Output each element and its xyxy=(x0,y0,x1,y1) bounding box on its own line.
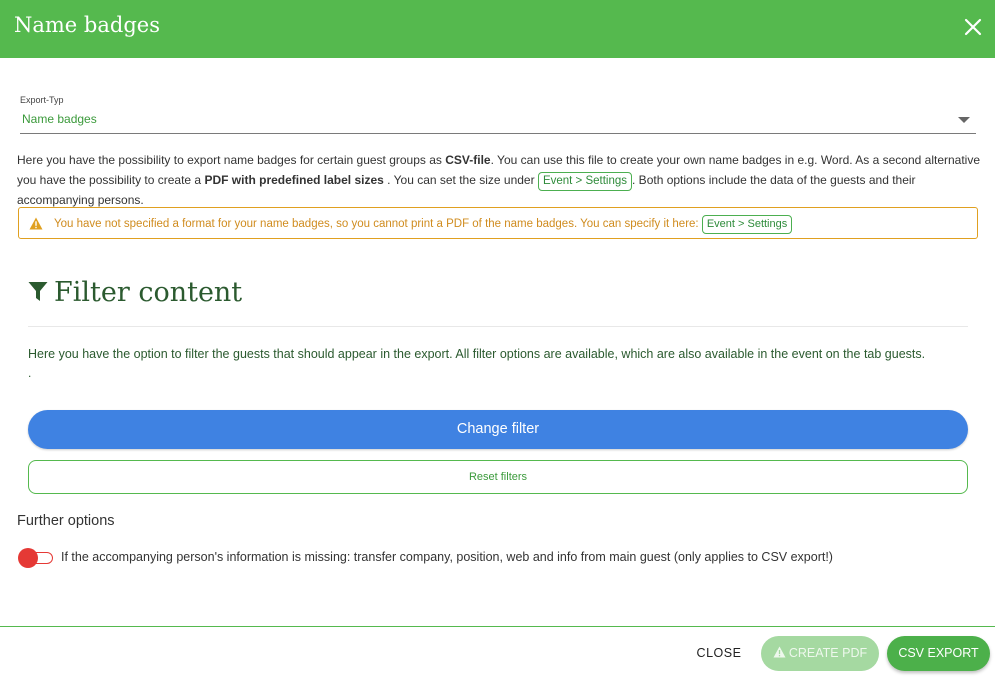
reset-filters-button[interactable]: Reset filters xyxy=(28,460,968,494)
warning-text: You have not specified a format for your… xyxy=(54,215,793,234)
change-filter-button[interactable]: Change filter xyxy=(28,410,968,449)
create-pdf-button[interactable]: CREATE PDF xyxy=(761,636,879,671)
filter-dot: . xyxy=(28,366,32,380)
warning-settings-link[interactable]: Event > Settings xyxy=(701,215,793,234)
info-text-part: . You can set the size under xyxy=(383,172,538,187)
transfer-info-toggle[interactable] xyxy=(18,548,54,568)
info-text: Here you have the possibility to export … xyxy=(17,151,982,210)
csv-export-button[interactable]: CSV EXPORT xyxy=(887,636,990,671)
export-type-value: Name badges xyxy=(22,112,97,126)
filter-description: Here you have the option to filter the g… xyxy=(28,347,926,361)
filter-icon xyxy=(28,282,48,301)
export-type-select[interactable]: Name badges xyxy=(20,109,976,134)
warning-box: You have not specified a format for your… xyxy=(18,207,978,239)
transfer-info-label: If the accompanying person's information… xyxy=(61,550,833,564)
filter-title-text: Filter content xyxy=(54,277,243,308)
dialog-header: Name badges xyxy=(0,0,995,58)
dropdown-arrow-icon xyxy=(958,117,970,123)
filter-section-title: Filter content xyxy=(28,277,242,308)
warning-icon xyxy=(29,217,43,230)
further-options-title: Further options xyxy=(17,513,115,529)
info-pdf-bold: PDF with predefined label sizes xyxy=(204,172,384,187)
footer-divider xyxy=(0,626,995,627)
toggle-knob xyxy=(18,548,38,568)
event-settings-link[interactable]: Event > Settings xyxy=(537,171,633,191)
section-divider xyxy=(28,326,968,327)
export-type-label: Export-Typ xyxy=(20,95,64,105)
warning-message: You have not specified a format for your… xyxy=(54,218,699,230)
close-button[interactable]: CLOSE xyxy=(690,640,748,666)
create-pdf-label: CREATE PDF xyxy=(788,646,868,660)
close-icon[interactable] xyxy=(961,15,985,39)
info-text-part: Here you have the possibility to export … xyxy=(17,153,446,167)
warning-icon xyxy=(773,646,786,658)
dialog-title: Name badges xyxy=(14,13,160,37)
info-csv-bold: CSV-file xyxy=(445,153,491,167)
